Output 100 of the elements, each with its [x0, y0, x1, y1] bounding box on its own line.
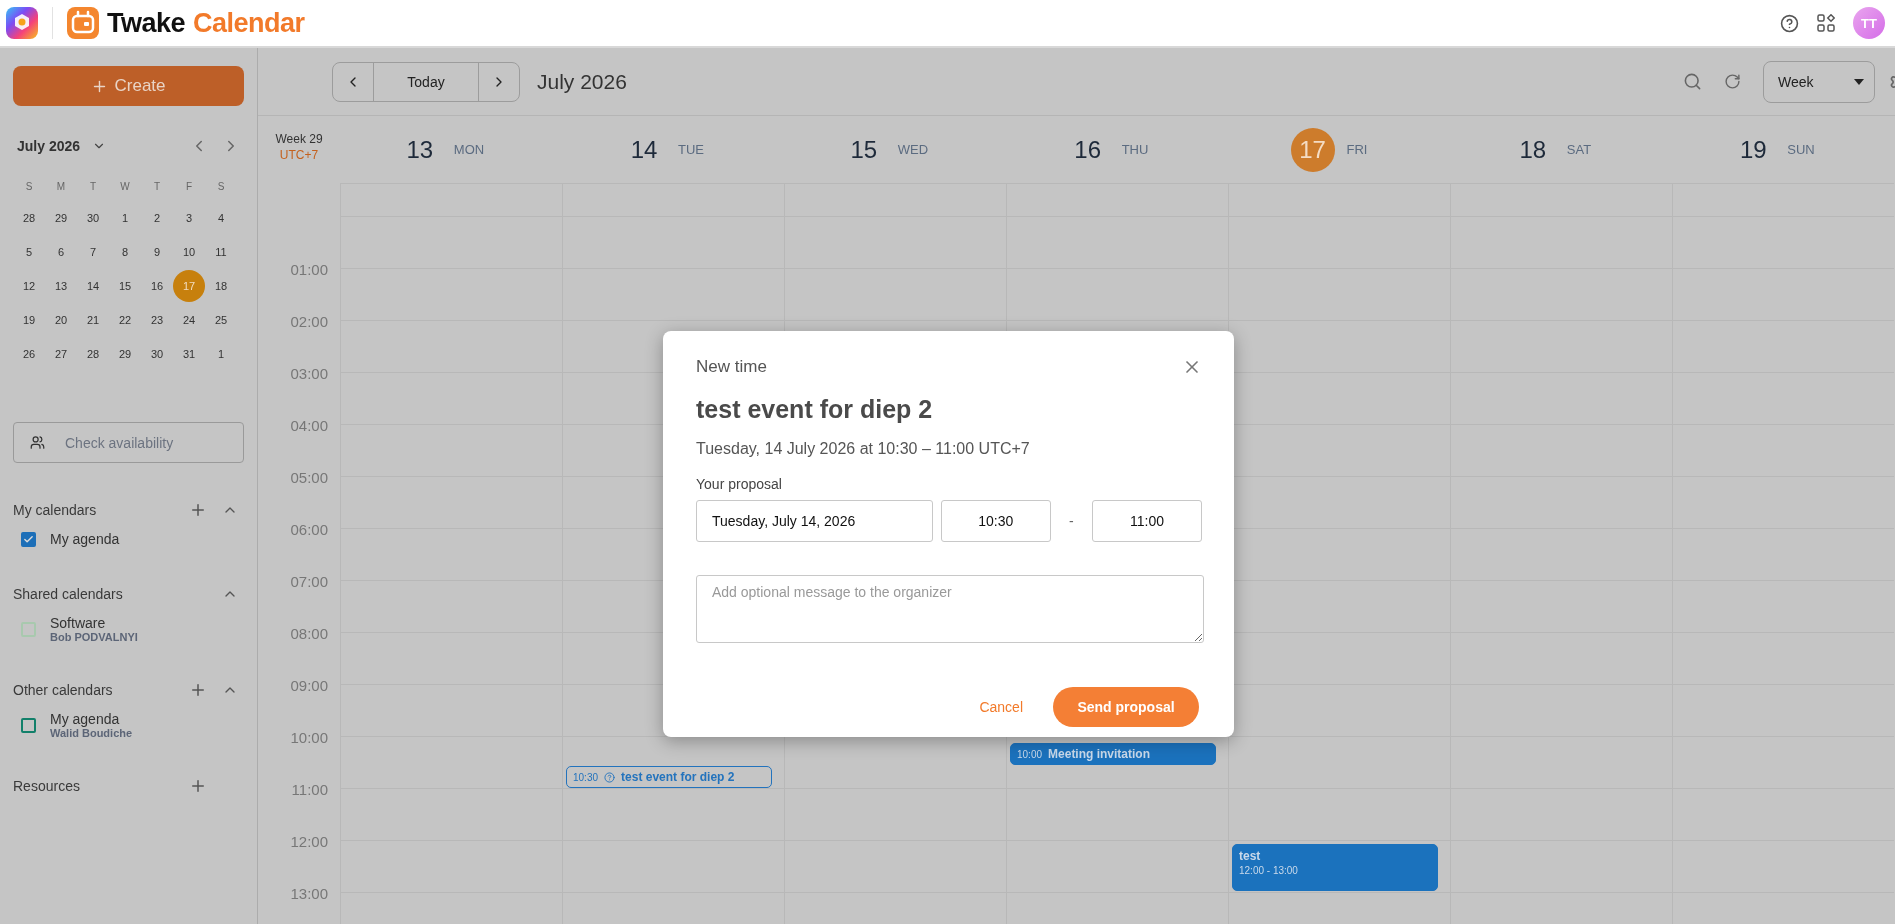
mini-calendar-day[interactable]: 12: [13, 270, 45, 302]
weekday-name: SAT: [1566, 142, 1592, 157]
hour-label: 05:00: [290, 468, 328, 486]
mini-calendar-day[interactable]: 6: [45, 236, 77, 268]
end-time-field[interactable]: 11:00: [1092, 500, 1202, 542]
calendar-checkbox[interactable]: [21, 531, 36, 547]
app-launcher-logo[interactable]: [6, 7, 38, 39]
dialog-heading: New time: [696, 357, 767, 377]
mini-calendar-day[interactable]: 15: [109, 270, 141, 302]
mini-calendar-day[interactable]: 24: [173, 304, 205, 336]
search-icon[interactable]: [1683, 72, 1702, 91]
hour-label: 04:00: [290, 416, 328, 434]
mini-calendar-day[interactable]: 26: [13, 338, 45, 370]
mini-calendar-day[interactable]: 7: [77, 236, 109, 268]
hour-label: 12:00: [290, 832, 328, 850]
hour-label: 06:00: [290, 520, 328, 538]
field-label: Your proposal: [696, 476, 783, 492]
hour-label: 13:00: [290, 884, 328, 902]
weekday-letter: W: [119, 179, 131, 194]
calendar-name: My agenda: [50, 711, 121, 727]
section-title: My calendars: [13, 502, 98, 518]
event-block[interactable]: test 12:00 - 13:00: [1232, 844, 1438, 891]
mini-calendar-day[interactable]: 28: [77, 338, 109, 370]
mini-calendar-day[interactable]: 18: [205, 270, 237, 302]
help-icon[interactable]: [1780, 13, 1799, 33]
mini-calendar-day[interactable]: 30: [77, 202, 109, 234]
mini-calendar-day[interactable]: 9: [141, 236, 173, 268]
mini-calendar-day[interactable]: 23: [141, 304, 173, 336]
apps-grid-icon[interactable]: [1817, 14, 1835, 32]
weekday-letter: S: [24, 179, 34, 194]
day-number[interactable]: 13: [397, 127, 442, 172]
section-title: Other calendars: [13, 682, 114, 698]
mini-calendar-day[interactable]: 27: [45, 338, 77, 370]
calendar-checkbox[interactable]: [21, 717, 36, 733]
mini-calendar-day[interactable]: 29: [109, 338, 141, 370]
hour-label: 11:00: [291, 780, 328, 798]
hour-label: 07:00: [290, 572, 328, 590]
view-select[interactable]: Week: [1763, 60, 1875, 103]
mini-calendar-day[interactable]: 21: [77, 304, 109, 336]
weekday-letter: M: [55, 179, 67, 194]
hour-label: 03:00: [290, 364, 328, 382]
range-separator: -: [1068, 513, 1075, 529]
mini-calendar-day[interactable]: 19: [13, 304, 45, 336]
day-number[interactable]: 14: [622, 127, 666, 172]
start-time-field[interactable]: 10:30: [940, 500, 1051, 542]
mini-calendar-day[interactable]: 13: [45, 270, 77, 302]
weekday-letter: T: [88, 179, 98, 194]
weekday-name: THU: [1121, 142, 1149, 157]
mini-calendar-day[interactable]: 2: [141, 202, 173, 234]
event-chip[interactable]: 10:00 Meeting invitation: [1010, 743, 1216, 765]
weekday-name: FRI: [1346, 142, 1368, 157]
mini-calendar-day[interactable]: 28: [13, 202, 45, 234]
weekday-name: SUN: [1787, 142, 1815, 157]
day-number[interactable]: 18: [1510, 127, 1555, 172]
hour-label: 08:00: [290, 624, 328, 642]
message-field[interactable]: Add optional message to the organizer: [696, 575, 1204, 643]
timezone-label: UTC+7: [279, 148, 319, 162]
mini-calendar-day[interactable]: 11: [205, 236, 237, 268]
hour-label: 09:00: [290, 676, 328, 694]
calendar-name: My agenda: [50, 531, 120, 547]
mini-calendar-day[interactable]: 4: [205, 202, 237, 234]
mini-calendar-day[interactable]: 14: [77, 270, 109, 302]
brand-product: Calendar: [193, 7, 305, 39]
weekday-name: WED: [897, 142, 929, 157]
mini-calendar-day[interactable]: 30: [141, 338, 173, 370]
mini-calendar-day[interactable]: 5: [13, 236, 45, 268]
checkmark-icon: [23, 533, 34, 545]
mini-calendar-day[interactable]: 20: [45, 304, 77, 336]
calendar-checkbox[interactable]: [21, 621, 36, 637]
hour-label: 10:00: [290, 728, 328, 746]
day-number[interactable]: 19: [1731, 127, 1776, 172]
week-number: Week 29: [275, 132, 323, 146]
mini-calendar-day[interactable]: 16: [141, 270, 173, 302]
weekday-name: TUE: [678, 142, 704, 157]
mini-calendar-day[interactable]: 31: [173, 338, 205, 370]
weekday-letter: S: [216, 179, 226, 194]
calendar-owner: Bob PODVALNYI: [50, 631, 138, 643]
calendar-owner: Walid Boudiche: [50, 727, 133, 739]
day-number[interactable]: 15: [841, 127, 886, 172]
mini-calendar-day[interactable]: 25: [205, 304, 237, 336]
mini-calendar-day[interactable]: 22: [109, 304, 141, 336]
section-title: Resources: [13, 778, 81, 794]
caret-icon: [1854, 78, 1864, 85]
weekday-name: MON: [453, 142, 485, 157]
mini-calendar-day[interactable]: 10: [173, 236, 205, 268]
question-icon: [604, 771, 616, 783]
mini-calendar-day[interactable]: 1: [109, 202, 141, 234]
hour-label: 02:00: [290, 312, 328, 330]
weekday-letter: T: [152, 179, 162, 194]
section-title: Shared calendars: [13, 586, 124, 602]
mini-calendar-day[interactable]: 1: [205, 338, 237, 370]
mini-calendar-day[interactable]: 8: [109, 236, 141, 268]
date-field[interactable]: Tuesday, July 14, 2026: [696, 500, 933, 542]
mini-calendar-day[interactable]: 3: [173, 202, 205, 234]
mini-calendar-day[interactable]: 29: [45, 202, 77, 234]
brand-name: Twake: [107, 7, 186, 39]
day-number[interactable]: 16: [1065, 127, 1110, 172]
weekday-letter: F: [184, 179, 194, 194]
event-title: test event for diep 2: [696, 395, 934, 424]
refresh-icon[interactable]: [1724, 73, 1741, 90]
